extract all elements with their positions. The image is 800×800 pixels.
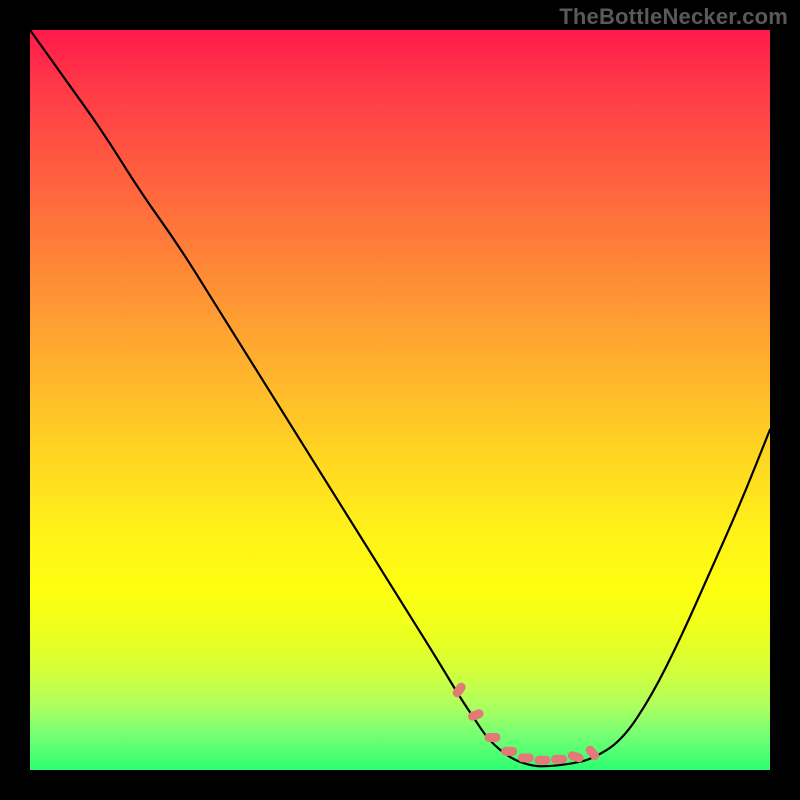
marker-dash xyxy=(485,733,501,742)
watermark-text: TheBottleNecker.com xyxy=(559,4,788,30)
marker-dash xyxy=(551,755,567,764)
marker-dash xyxy=(518,753,534,762)
marker-dash xyxy=(451,681,468,699)
marker-dash xyxy=(501,747,517,756)
marker-dash xyxy=(534,756,550,765)
bottleneck-curve xyxy=(30,30,770,770)
plot-area xyxy=(30,30,770,770)
chart-container: TheBottleNecker.com xyxy=(0,0,800,800)
